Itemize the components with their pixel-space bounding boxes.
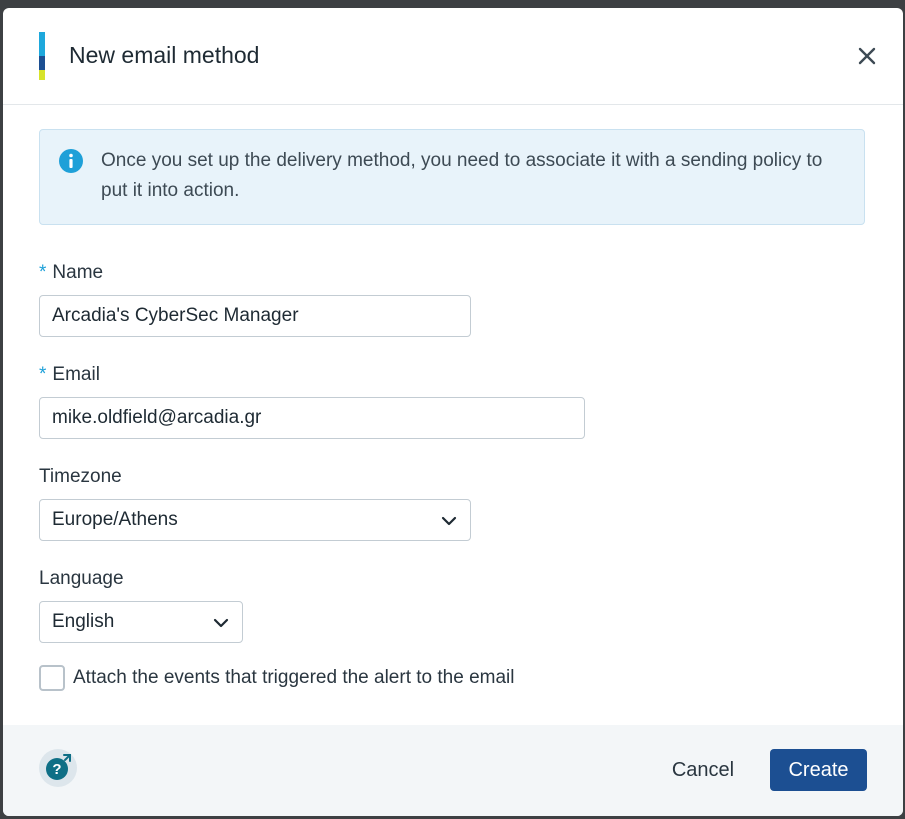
- help-icon: ?: [46, 754, 71, 780]
- new-email-method-dialog: New email method Once you set up the del…: [3, 8, 903, 816]
- create-button[interactable]: Create: [770, 749, 867, 791]
- close-button[interactable]: [853, 42, 881, 70]
- name-label: * Name: [39, 261, 103, 285]
- dialog-footer: ? Cancel Create: [3, 725, 903, 816]
- accent-segment-middle: [39, 56, 45, 70]
- info-banner: Once you set up the delivery method, you…: [39, 129, 865, 225]
- accent-bar: [39, 32, 45, 80]
- attach-events-checkbox[interactable]: [39, 665, 65, 691]
- timezone-value: Europe/Athens: [52, 509, 178, 530]
- name-input[interactable]: [39, 295, 471, 337]
- dialog-title: New email method: [69, 42, 260, 68]
- accent-segment-top: [39, 32, 45, 56]
- name-label-text: Name: [52, 262, 104, 283]
- timezone-label: Timezone: [39, 466, 122, 487]
- cancel-button[interactable]: Cancel: [653, 749, 753, 791]
- email-input[interactable]: [39, 397, 585, 439]
- language-label: Language: [39, 568, 124, 589]
- language-value: English: [52, 611, 115, 632]
- required-marker: *: [39, 364, 47, 385]
- email-label: * Email: [39, 363, 100, 387]
- timezone-select[interactable]: Europe/Athens: [39, 499, 471, 541]
- language-select[interactable]: English: [39, 601, 243, 643]
- close-icon: [858, 47, 876, 65]
- dialog-body: Once you set up the delivery method, you…: [3, 105, 903, 725]
- accent-segment-bottom: [39, 70, 45, 80]
- email-label-text: Email: [52, 364, 100, 385]
- help-button[interactable]: ?: [39, 749, 77, 787]
- attach-events-label[interactable]: Attach the events that triggered the ale…: [73, 666, 514, 690]
- dialog-header: New email method: [3, 8, 903, 105]
- required-marker: *: [39, 262, 47, 283]
- chevron-down-icon: [213, 618, 229, 628]
- info-icon: [59, 149, 83, 173]
- svg-text:?: ?: [52, 761, 61, 778]
- info-text: Once you set up the delivery method, you…: [101, 150, 823, 201]
- chevron-down-icon: [441, 516, 457, 526]
